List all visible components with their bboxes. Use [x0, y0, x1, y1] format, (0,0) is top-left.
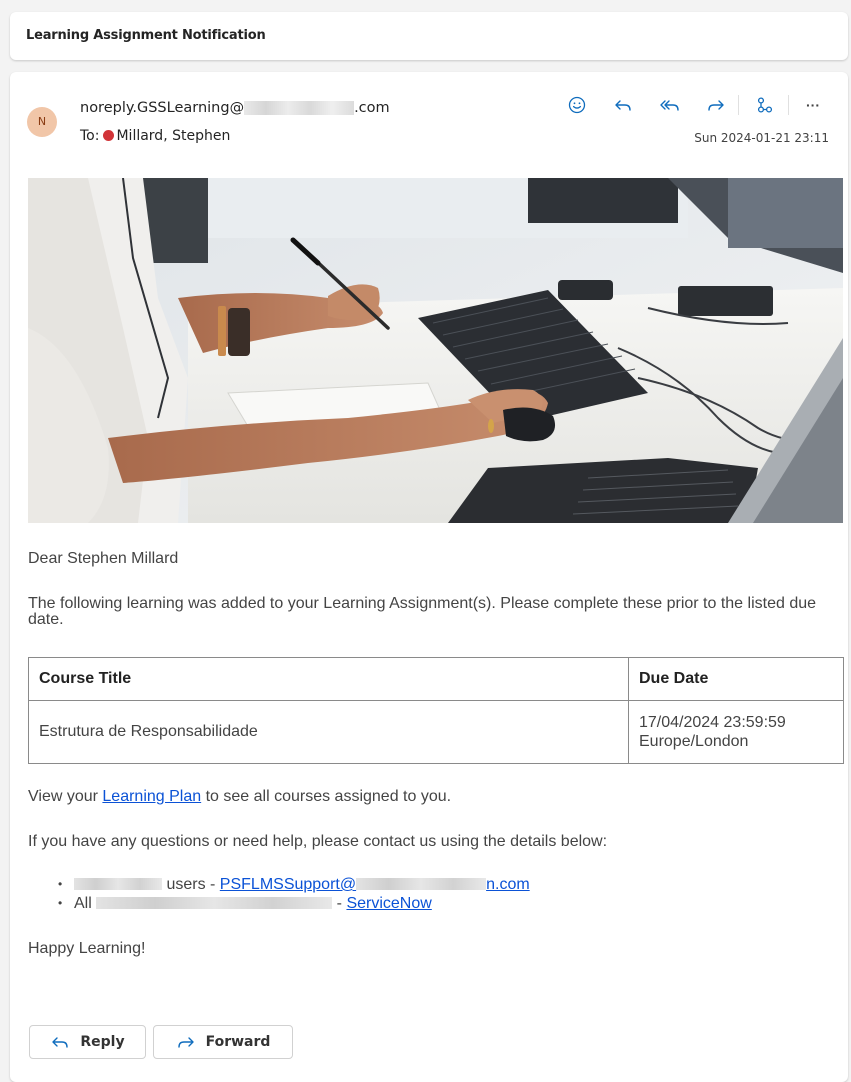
contact-text: - — [332, 895, 347, 912]
table-row: Estrutura de Responsabilidade 17/04/2024… — [28, 700, 844, 764]
sender-suffix: .com — [354, 100, 390, 116]
intro-paragraph: The following learning was added to your… — [28, 595, 817, 628]
presence-status-icon — [103, 130, 115, 141]
learning-plan-link[interactable]: Learning Plan — [102, 788, 201, 805]
learning-plan-line: View your Learning Plan to see all cours… — [28, 788, 451, 806]
help-paragraph: If you have any questions or need help, … — [28, 833, 608, 850]
table-header-row: Course Title Due Date — [28, 657, 844, 701]
redacted-domain — [244, 101, 355, 115]
column-header-course-title: Course Title — [28, 657, 629, 701]
redacted-text — [356, 878, 487, 890]
column-header-due-date: Due Date — [628, 657, 844, 701]
sender-prefix: noreply.GSSLearning@ — [80, 100, 245, 116]
recipient-name[interactable]: Millard, Stephen — [116, 128, 230, 144]
contact-prefix: All — [74, 895, 97, 912]
hero-image — [28, 178, 843, 523]
apps-icon[interactable] — [752, 93, 778, 117]
sender-address[interactable]: noreply.GSSLearning@ .com — [80, 100, 390, 116]
forward-icon[interactable] — [703, 93, 729, 117]
due-date-value: 17/04/2024 23:59:59 — [639, 714, 786, 731]
forward-button[interactable]: Forward — [153, 1025, 293, 1059]
recipient-line: To: Millard, Stephen — [80, 128, 230, 144]
view-suffix: to see all courses assigned to you. — [201, 788, 452, 805]
forward-icon — [177, 1037, 194, 1048]
contact-text: users - — [162, 876, 220, 893]
view-prefix: View your — [28, 788, 103, 805]
support-email-tail: n.com — [486, 876, 530, 893]
forward-label: Forward — [205, 1034, 271, 1050]
contact-list: users - PSFLMSSupport@ n.com All - Servic… — [58, 875, 530, 913]
subject-bar: Learning Assignment Notification — [10, 12, 848, 60]
toolbar-divider — [738, 95, 739, 115]
course-title-cell: Estrutura de Responsabilidade — [28, 700, 629, 764]
sender-avatar[interactable]: N — [27, 107, 57, 137]
reply-icon — [52, 1037, 69, 1048]
list-item: All - ServiceNow — [58, 894, 530, 913]
reply-all-icon[interactable] — [657, 93, 683, 117]
email-subject: Learning Assignment Notification — [26, 28, 266, 43]
message-timestamp: Sun 2024-01-21 23:11 — [694, 131, 829, 145]
redacted-text — [96, 897, 333, 909]
support-email-link[interactable]: PSFLMSSupport@ n.com — [220, 876, 530, 893]
course-table: Course Title Due Date Estrutura de Respo… — [28, 657, 844, 764]
smiley-icon[interactable] — [564, 93, 590, 117]
more-icon[interactable]: ··· — [800, 93, 826, 117]
greeting: Dear Stephen Millard — [28, 550, 179, 567]
toolbar-divider — [788, 95, 789, 115]
servicenow-link[interactable]: ServiceNow — [346, 895, 431, 912]
reply-icon[interactable] — [610, 93, 636, 117]
redacted-text — [74, 878, 162, 890]
signoff: Happy Learning! — [28, 940, 146, 957]
due-timezone: Europe/London — [639, 733, 749, 750]
reply-button[interactable]: Reply — [29, 1025, 146, 1059]
list-item: users - PSFLMSSupport@ n.com — [58, 875, 530, 894]
due-date-cell: 17/04/2024 23:59:59 Europe/London — [628, 700, 844, 764]
reply-label: Reply — [80, 1034, 125, 1050]
to-label: To: — [80, 128, 100, 144]
support-email-prefix: PSFLMSSupport@ — [219, 876, 357, 893]
